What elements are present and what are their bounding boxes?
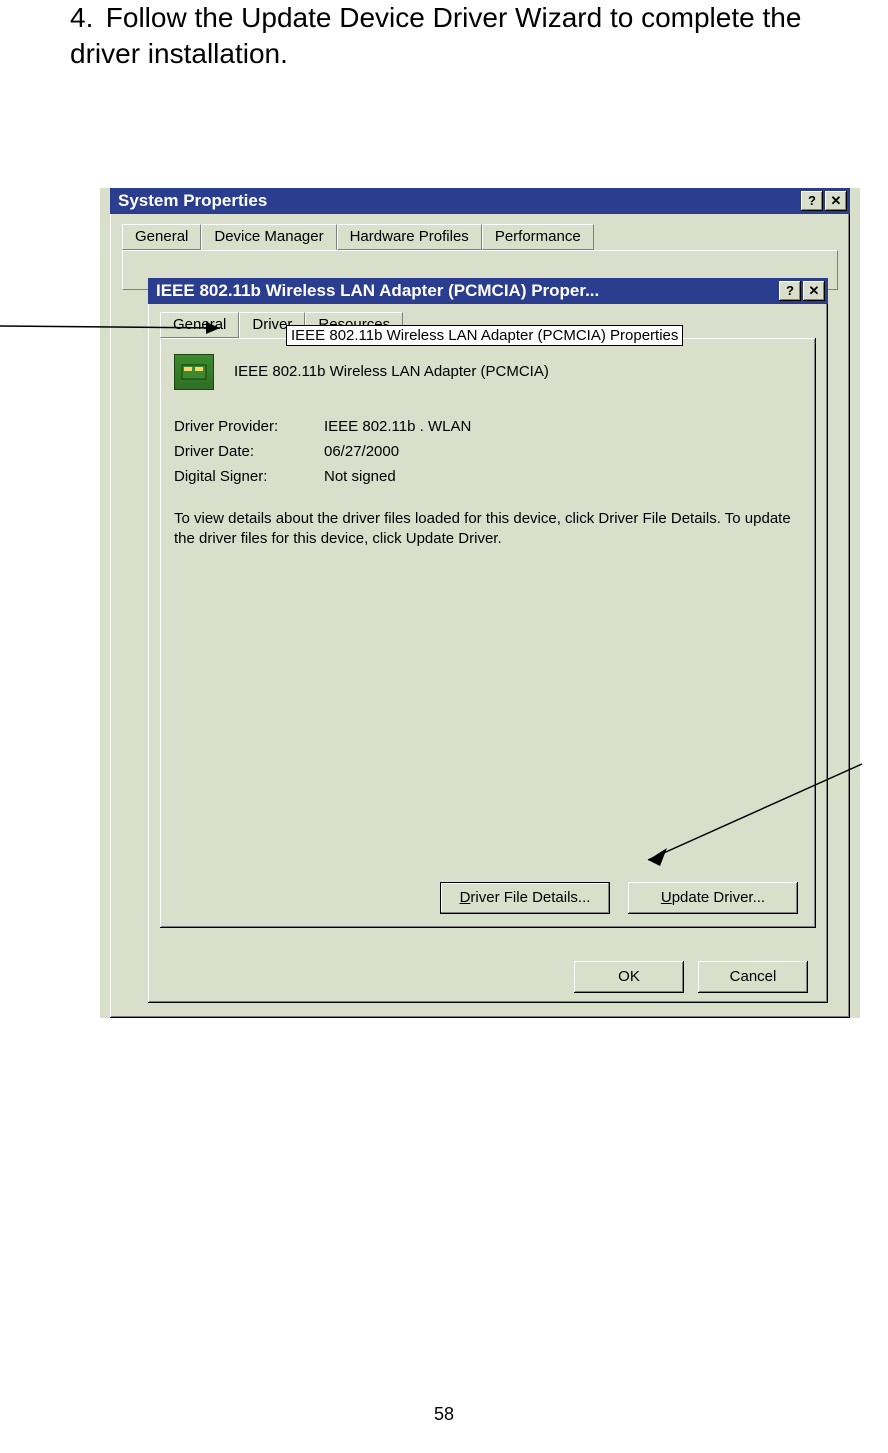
driver-button-row: Driver File Details... Update Driver... xyxy=(440,882,798,914)
ok-button[interactable]: OK xyxy=(574,961,684,993)
tab-device-manager[interactable]: Device Manager xyxy=(201,224,336,250)
digital-signer-label: Digital Signer: xyxy=(174,468,324,485)
page-number: 58 xyxy=(0,1404,888,1425)
device-name: IEEE 802.11b Wireless LAN Adapter (PCMCI… xyxy=(234,363,549,380)
button-label: Update Driver... xyxy=(661,889,765,906)
digital-signer-value: Not signed xyxy=(324,468,396,485)
help-button[interactable]: ? xyxy=(801,191,823,211)
system-properties-tabs: General Device Manager Hardware Profiles… xyxy=(122,224,838,250)
driver-date-row: Driver Date: 06/27/2000 xyxy=(174,443,802,460)
tab-general-inner[interactable]: General xyxy=(160,312,239,338)
step-text: Follow the Update Device Driver Wizard t… xyxy=(70,2,801,69)
tab-hardware-profiles[interactable]: Hardware Profiles xyxy=(337,224,482,250)
update-driver-button[interactable]: Update Driver... xyxy=(628,882,798,914)
tab-general[interactable]: General xyxy=(122,224,201,250)
driver-date-label: Driver Date: xyxy=(174,443,324,460)
tab-performance[interactable]: Performance xyxy=(482,224,594,250)
tooltip: IEEE 802.11b Wireless LAN Adapter (PCMCI… xyxy=(286,325,683,346)
driver-tab-body: IEEE 802.11b Wireless LAN Adapter (PCMCI… xyxy=(160,338,816,928)
driver-help-text: To view details about the driver files l… xyxy=(174,509,802,550)
device-header: IEEE 802.11b Wireless LAN Adapter (PCMCI… xyxy=(174,354,802,390)
driver-provider-value: IEEE 802.11b . WLAN xyxy=(324,418,471,435)
digital-signer-row: Digital Signer: Not signed xyxy=(174,468,802,485)
driver-date-value: 06/27/2000 xyxy=(324,443,399,460)
driver-provider-label: Driver Provider: xyxy=(174,418,324,435)
driver-provider-row: Driver Provider: IEEE 802.11b . WLAN xyxy=(174,418,802,435)
screenshot-figure: System Properties ? ✕ General Device Man… xyxy=(100,188,860,1018)
dialog-button-row: OK Cancel xyxy=(574,961,808,993)
adapter-properties-titlebar: IEEE 802.11b Wireless LAN Adapter (PCMCI… xyxy=(148,278,828,304)
system-properties-titlebar: System Properties ? ✕ xyxy=(110,188,850,214)
instruction-text: 4. Follow the Update Device Driver Wizar… xyxy=(70,0,848,73)
window-title: System Properties xyxy=(118,191,799,211)
button-label: Driver File Details... xyxy=(460,889,591,906)
driver-info-grid: Driver Provider: IEEE 802.11b . WLAN Dri… xyxy=(174,418,802,485)
close-button[interactable]: ✕ xyxy=(825,191,847,211)
driver-file-details-button[interactable]: Driver File Details... xyxy=(440,882,610,914)
window-title: IEEE 802.11b Wireless LAN Adapter (PCMCI… xyxy=(156,281,777,301)
close-button[interactable]: ✕ xyxy=(803,281,825,301)
network-card-icon xyxy=(174,354,214,390)
step-number: 4. xyxy=(70,0,98,36)
adapter-properties-window: IEEE 802.11b Wireless LAN Adapter (PCMCI… xyxy=(148,278,828,1003)
help-button[interactable]: ? xyxy=(779,281,801,301)
cancel-button[interactable]: Cancel xyxy=(698,961,808,993)
